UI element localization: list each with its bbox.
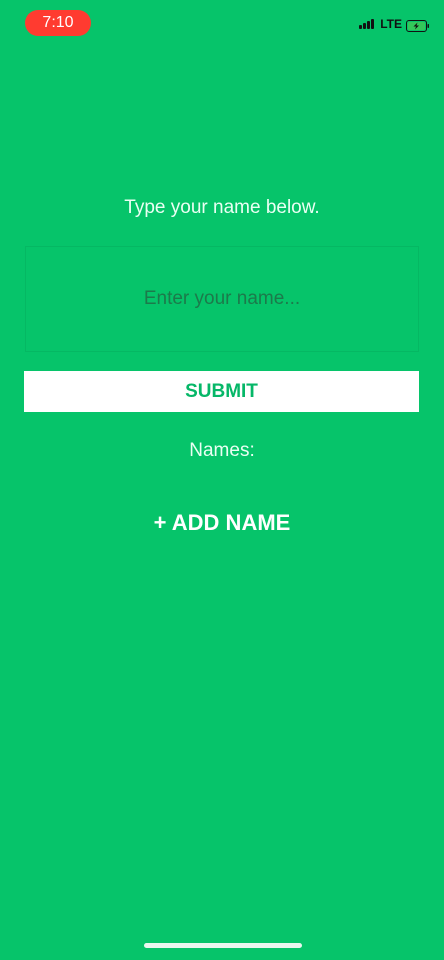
names-heading: Names: [189,440,255,461]
add-name-button[interactable]: + ADD NAME [122,506,322,540]
status-time[interactable]: 7:10 [25,10,91,36]
app-screen: 7:10 LTE Type your name below. SUBMIT Na… [0,0,444,960]
cellular-signal-icon [359,19,375,29]
status-indicators: LTE [359,17,429,32]
home-indicator[interactable] [144,943,302,948]
submit-button[interactable]: SUBMIT [24,371,419,412]
network-type-label: LTE [380,17,402,31]
name-prompt: Type your name below. [124,197,320,218]
battery-charging-icon [406,19,429,32]
status-bar: 7:10 LTE [0,0,444,46]
name-input[interactable] [25,246,419,352]
